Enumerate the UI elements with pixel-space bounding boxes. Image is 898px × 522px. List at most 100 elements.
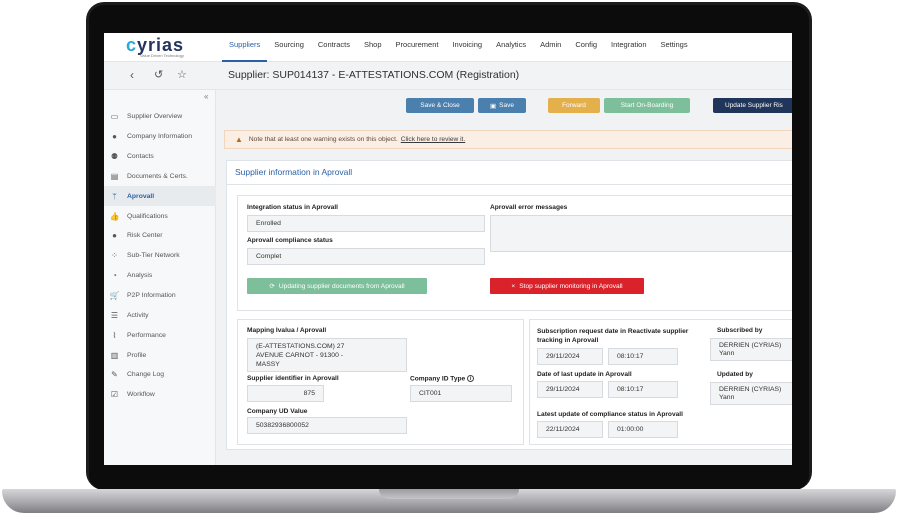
close-icon: × <box>511 282 516 290</box>
nav-item-admin[interactable]: Admin <box>533 33 568 62</box>
update-documents-button[interactable]: ⟳ Updating supplier documents from Aprova… <box>247 278 427 294</box>
sidebar-item-label: Sub-Tier Network <box>127 252 180 260</box>
mapping-line-3: MASSY <box>256 360 280 368</box>
nav-item-analytics[interactable]: Analytics <box>489 33 533 62</box>
document-icon: ▤ <box>110 171 119 181</box>
nav-item-config[interactable]: Config <box>568 33 604 62</box>
nav-item-contracts[interactable]: Contracts <box>311 33 357 62</box>
sidebar-item-contacts[interactable]: ⚉ Contacts <box>104 147 216 167</box>
save-close-button[interactable]: Save & Close <box>406 98 474 113</box>
integration-status-label: Integration status in Aprovall <box>247 204 338 211</box>
integration-status-field[interactable]: Enrolled <box>247 215 485 232</box>
sidebar-item-profile[interactable]: ▥ Profile <box>104 345 216 365</box>
subscription-date-field[interactable]: 29/11/2024 <box>537 348 603 365</box>
nav-item-settings[interactable]: Settings <box>654 33 695 62</box>
sidebar-item-change-log[interactable]: ✎ Change Log <box>104 365 216 385</box>
subscribed-by-field[interactable]: DERRIEN (CYRIAS) Yann <box>710 338 792 361</box>
error-messages-field[interactable] <box>490 215 792 252</box>
nav-item-shop[interactable]: Shop <box>357 33 389 62</box>
nav-item-invoicing[interactable]: Invoicing <box>445 33 489 62</box>
updated-by-field[interactable]: DERRIEN (CYRIAS) Yann <box>710 382 792 405</box>
nav-item-suppliers[interactable]: Suppliers <box>222 33 268 62</box>
stop-monitoring-button[interactable]: × Stop supplier monitoring in Aprovall <box>490 278 644 294</box>
nav-item-sourcing[interactable]: Sourcing <box>267 33 311 62</box>
nav-item-integration[interactable]: Integration <box>604 33 653 62</box>
mapping-panel: Mapping Ivalua / Aprovall (E-ATTESTATION… <box>237 319 524 445</box>
collapse-sidebar-icon[interactable]: « <box>204 92 208 101</box>
sidebar-item-label: Performance <box>127 331 166 339</box>
warning-text: Note that at least one warning exists on… <box>248 136 398 143</box>
users-icon: ⚉ <box>110 152 119 162</box>
update-supplier-risk-button[interactable]: Update Supplier Ris <box>713 98 792 113</box>
compliance-status-field[interactable]: Complet <box>247 248 485 265</box>
sidebar-item-risk-center[interactable]: ● Risk Center <box>104 226 216 246</box>
sidebar-item-aprovall[interactable]: ᛘ Aprovall <box>104 186 216 207</box>
subscribed-by-label: Subscribed by <box>717 327 763 334</box>
sidebar-item-analysis[interactable]: ◔ Analysis <box>104 266 216 286</box>
cyrias-logo[interactable]: cyrias Value Driven Technology <box>126 35 196 59</box>
nav-item-procurement[interactable]: Procurement <box>389 33 446 62</box>
sidebar-item-supplier-overview[interactable]: ▭ Supplier Overview <box>104 107 216 127</box>
network-icon: ⁘ <box>111 251 118 261</box>
refresh-icon: ⟳ <box>269 283 275 290</box>
sidebar-item-activity[interactable]: ☰ Activity <box>104 305 216 325</box>
page-header: ‹ ↺ ☆ Supplier: SUP014137 - E-ATTESTATIO… <box>104 62 792 90</box>
supplier-id-field[interactable]: 875 <box>247 385 324 402</box>
sidebar-item-label: Analysis <box>127 272 153 280</box>
laptop-notch <box>379 489 519 499</box>
top-nav: cyrias Value Driven Technology Suppliers… <box>104 33 792 62</box>
compliance-update-time-field[interactable]: 01:00:00 <box>608 421 678 438</box>
laptop-frame: cyrias Value Driven Technology Suppliers… <box>0 0 898 522</box>
start-onboarding-button[interactable]: Start On-Boarding <box>604 98 690 113</box>
subscription-time-field[interactable]: 08:10:17 <box>608 348 678 365</box>
last-update-date-field[interactable]: 29/11/2024 <box>537 381 603 398</box>
history-icon[interactable]: ↺ <box>154 68 163 82</box>
sidebar-item-documents-certs[interactable]: ▤ Documents & Certs. <box>104 167 216 187</box>
status-panel: Integration status in Aprovall Enrolled … <box>237 195 792 311</box>
company-id-type-field[interactable]: CIT001 <box>410 385 512 402</box>
subscription-label: Subscription request date in Reactivate … <box>537 327 688 345</box>
sidebar-item-company-information[interactable]: ● Company Information <box>104 127 216 147</box>
card-title: Supplier information in Aprovall <box>235 167 353 177</box>
compliance-status-label: Aprovall compliance status <box>247 237 333 244</box>
subscription-label-line-1: Subscription request date in Reactivate … <box>537 328 689 335</box>
check-square-icon: ☑ <box>110 390 119 400</box>
last-update-label: Date of last update in Aprovall <box>537 371 632 378</box>
back-icon[interactable]: ‹ <box>130 68 134 82</box>
sidebar: « ▭ Supplier Overview ● Company Information… <box>104 90 216 465</box>
sidebar-item-qualifications[interactable]: 👍 Qualifications <box>104 206 216 226</box>
warning-icon: ▲ <box>235 135 243 144</box>
compliance-update-label: Latest update of compliance status in Ap… <box>537 411 683 418</box>
save-icon: ▣ <box>490 102 497 110</box>
monitor-icon: ▭ <box>110 112 119 122</box>
mapping-field[interactable]: (E-ATTESTATIONS.COM) 27 AVENUE CARNOT - … <box>247 338 407 372</box>
compliance-update-date-field[interactable]: 22/11/2024 <box>537 421 603 438</box>
sidebar-item-label: Profile <box>127 351 147 359</box>
warning-banner: ▲ Note that at least one warning exists … <box>224 130 792 149</box>
edit-icon: ✎ <box>111 370 118 380</box>
warning-review-link[interactable]: Click here to review it. <box>401 136 466 143</box>
sidebar-item-workflow[interactable]: ☑ Workflow <box>104 385 216 405</box>
mapping-label: Mapping Ivalua / Aprovall <box>247 327 327 334</box>
main-content: Save & Close ▣ Save Forward Start On-Boar… <box>216 90 792 465</box>
sidebar-item-label: Company Information <box>127 133 192 141</box>
star-icon[interactable]: ☆ <box>177 68 187 82</box>
sidebar-item-performance[interactable]: ⌇ Performance <box>104 325 216 345</box>
thumbs-up-icon: 👍 <box>109 211 120 221</box>
mapping-line-2: AVENUE CARNOT - 91300 - <box>256 351 344 359</box>
logo-tagline: Value Driven Technology <box>140 53 184 58</box>
company-ud-field[interactable]: 50382936800052 <box>247 417 407 434</box>
stop-monitoring-label: Stop supplier monitoring in Aprovall <box>519 282 623 290</box>
app-screen: cyrias Value Driven Technology Suppliers… <box>104 33 792 465</box>
main-menu: Suppliers Sourcing Contracts Shop Procuremen… <box>222 33 695 62</box>
branch-icon: ᛘ <box>112 191 117 201</box>
sidebar-item-sub-tier-network[interactable]: ⁘ Sub-Tier Network <box>104 246 216 266</box>
last-update-time-field[interactable]: 08:10:17 <box>608 381 678 398</box>
sidebar-item-label: Supplier Overview <box>127 113 183 121</box>
sidebar-item-label: Qualifications <box>127 212 168 220</box>
sidebar-item-p2p-information[interactable]: 🛒 P2P Information <box>104 286 216 306</box>
forward-button[interactable]: Forward <box>548 98 600 113</box>
aprovall-card: Supplier information in Aprovall Integra… <box>226 160 792 450</box>
save-button[interactable]: ▣ Save <box>478 98 526 113</box>
info-icon[interactable]: i <box>467 375 475 382</box>
